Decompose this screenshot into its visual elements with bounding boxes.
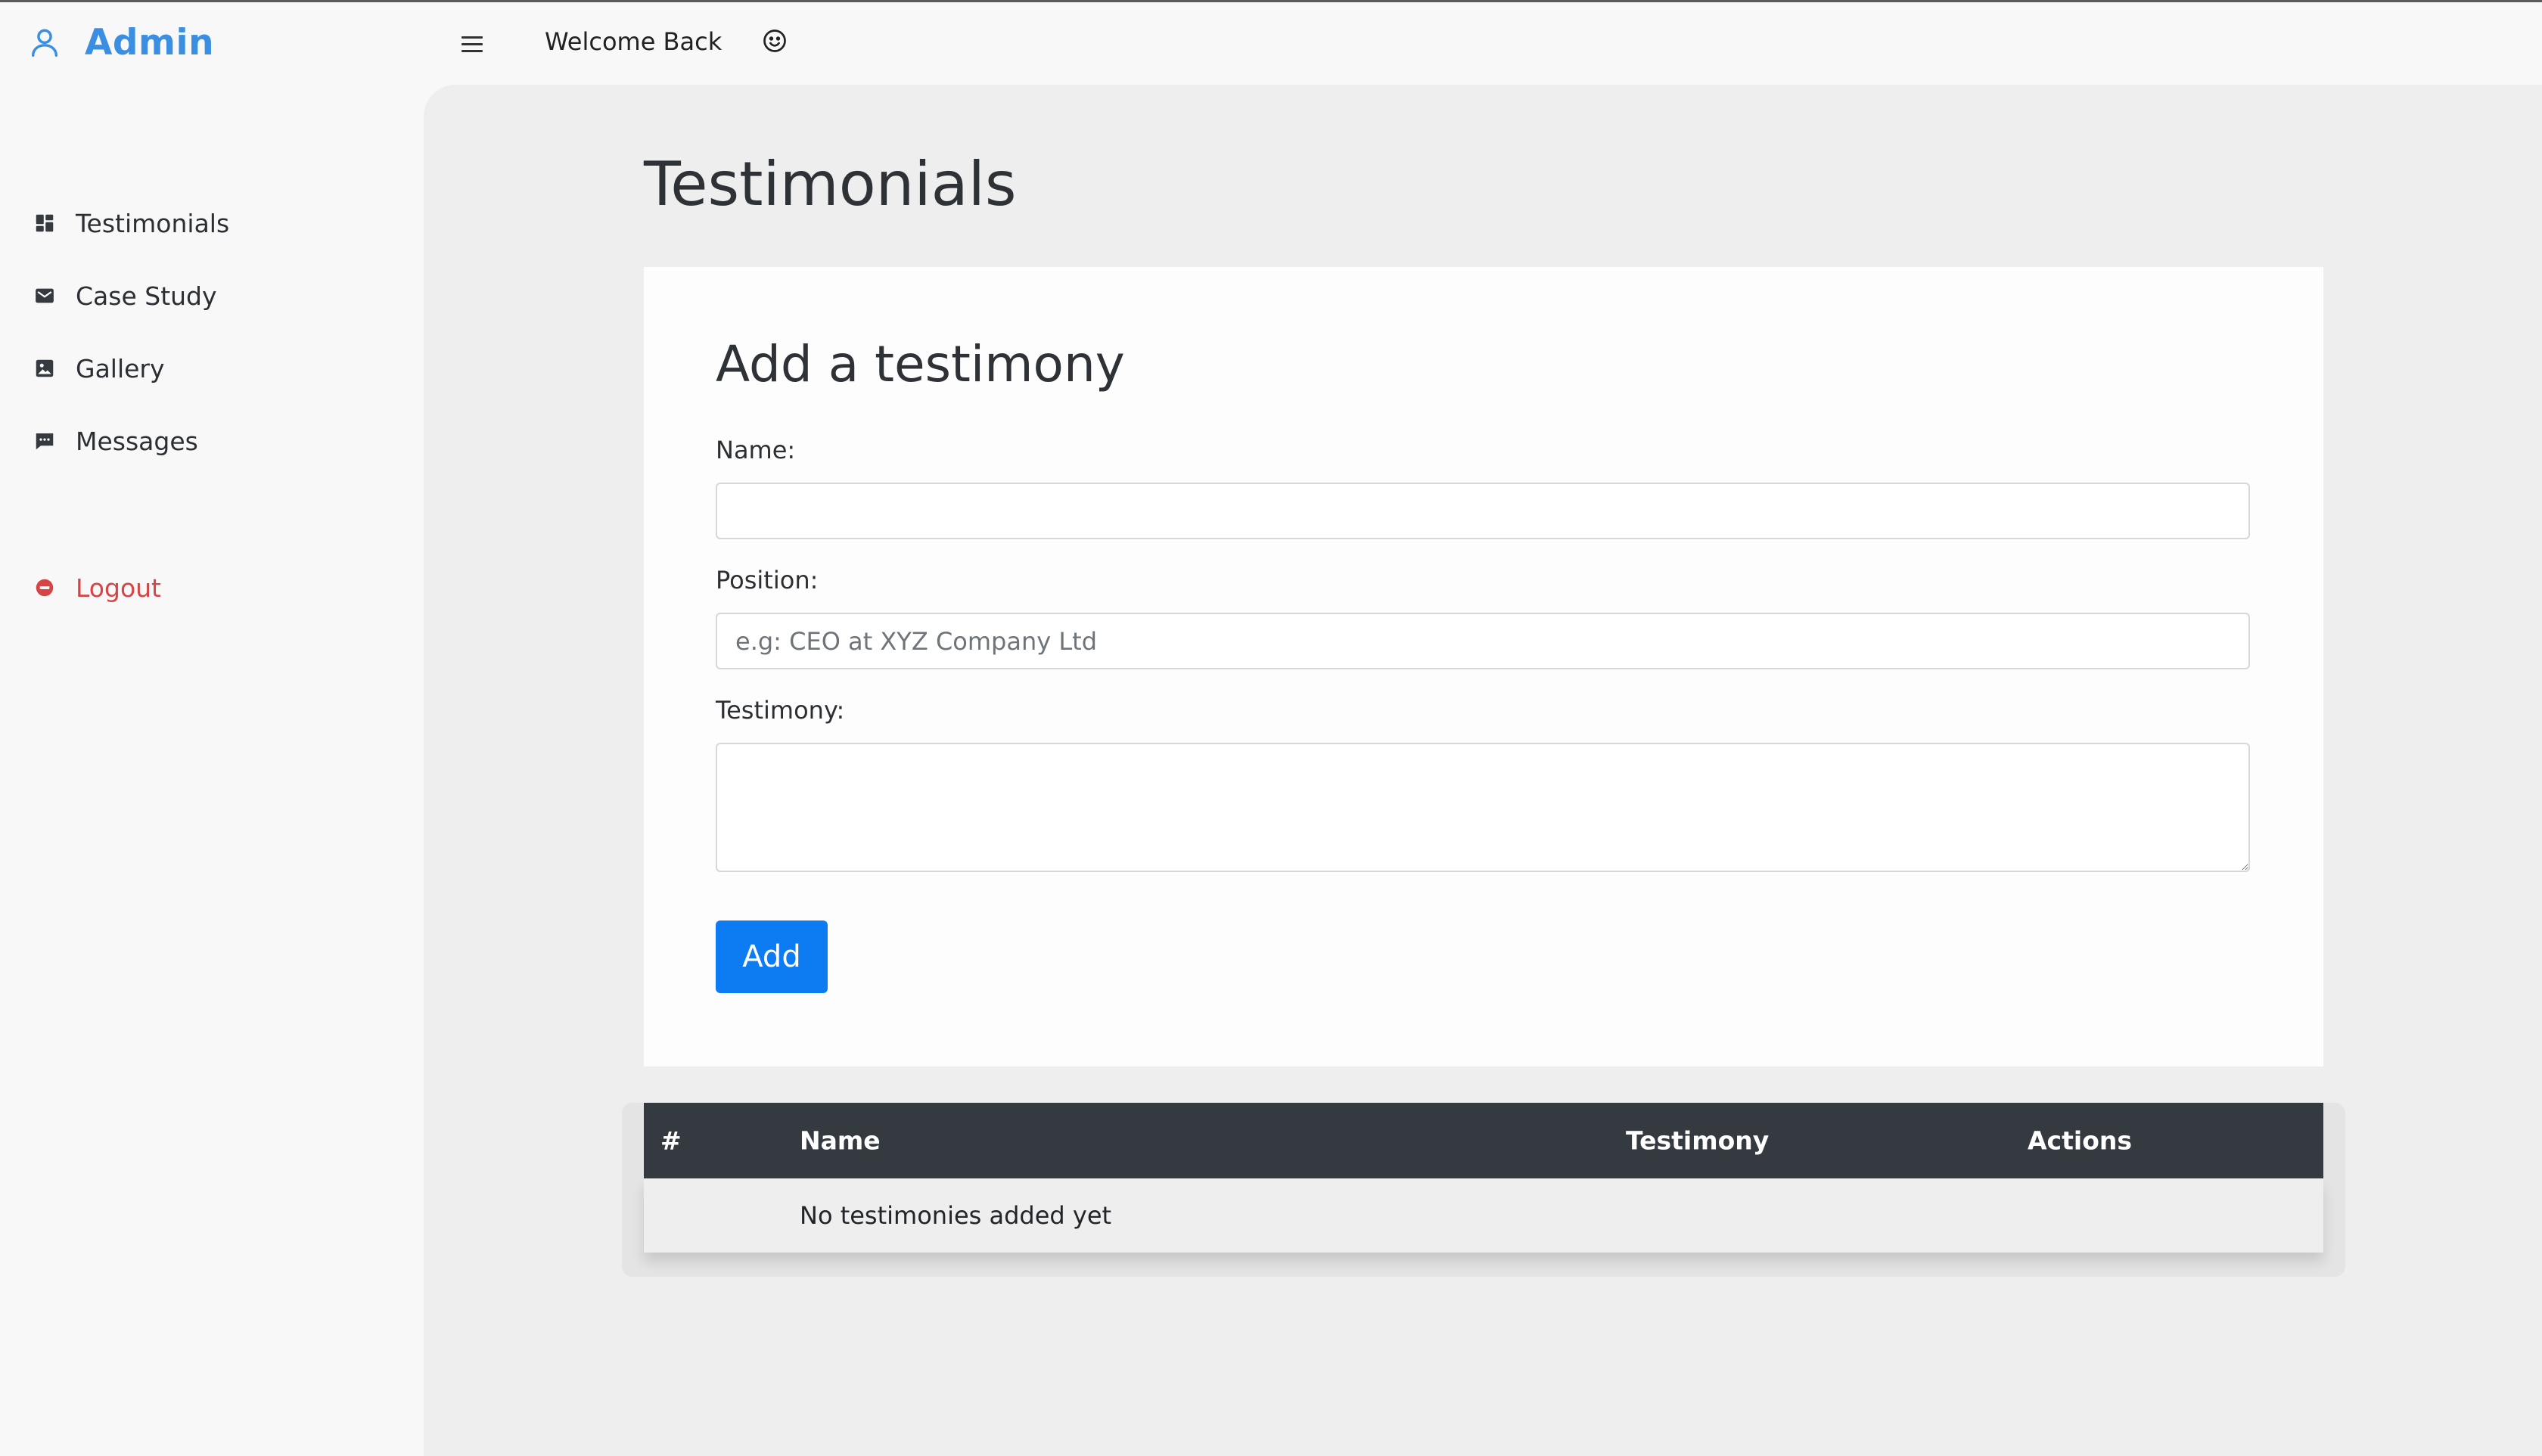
testimonials-table: # Name Testimony Actions No testimonies …	[644, 1103, 2323, 1253]
column-header-actions: Actions	[2028, 1125, 2132, 1156]
table-header: # Name Testimony Actions	[644, 1103, 2323, 1178]
image-icon	[33, 357, 56, 380]
page-title: Testimonials	[644, 149, 1017, 219]
brand-title: Admin	[85, 21, 215, 64]
add-testimony-card: Add a testimony Name: Position: Testimon…	[644, 267, 2323, 1066]
add-button[interactable]: Add	[716, 920, 828, 993]
menu-toggle-icon[interactable]	[461, 29, 483, 59]
sidebar-item-label: Gallery	[76, 353, 165, 383]
name-input[interactable]	[716, 483, 2250, 539]
sidebar-item-case-study[interactable]: Case Study	[33, 273, 396, 318]
chat-icon	[33, 430, 56, 452]
sidebar-item-testimonials[interactable]: Testimonials	[33, 200, 396, 246]
testimony-label: Testimony:	[716, 696, 845, 725]
smiley-icon[interactable]	[761, 27, 788, 54]
logout-button[interactable]: Logout	[33, 565, 161, 610]
welcome-text: Welcome Back	[545, 27, 723, 56]
table-row: No testimonies added yet	[644, 1178, 2323, 1253]
sidebar-item-label: Messages	[76, 426, 198, 456]
mail-icon	[33, 284, 56, 307]
position-label: Position:	[716, 566, 819, 595]
column-header-index: #	[660, 1125, 682, 1156]
sidebar-item-messages[interactable]: Messages	[33, 418, 396, 464]
sidebar-item-gallery[interactable]: Gallery	[33, 346, 396, 391]
sidebar-nav: Testimonials Case Study Gallery Messages	[33, 200, 396, 491]
logout-icon	[33, 576, 56, 599]
position-input[interactable]	[716, 613, 2250, 669]
dashboard-grid-icon	[33, 212, 56, 234]
window-top-border	[0, 0, 2542, 2]
sidebar-item-label: Case Study	[76, 281, 217, 311]
column-header-name: Name	[800, 1125, 881, 1156]
name-label: Name:	[716, 436, 796, 464]
testimony-textarea[interactable]	[716, 743, 2250, 872]
column-header-testimony: Testimony	[1626, 1125, 1770, 1156]
user-icon	[31, 29, 58, 57]
empty-table-message: No testimonies added yet	[800, 1201, 1112, 1230]
sidebar-item-label: Testimonials	[76, 208, 230, 238]
brand[interactable]: Admin	[27, 21, 215, 64]
form-title: Add a testimony	[716, 335, 1125, 393]
logout-label: Logout	[76, 573, 161, 603]
